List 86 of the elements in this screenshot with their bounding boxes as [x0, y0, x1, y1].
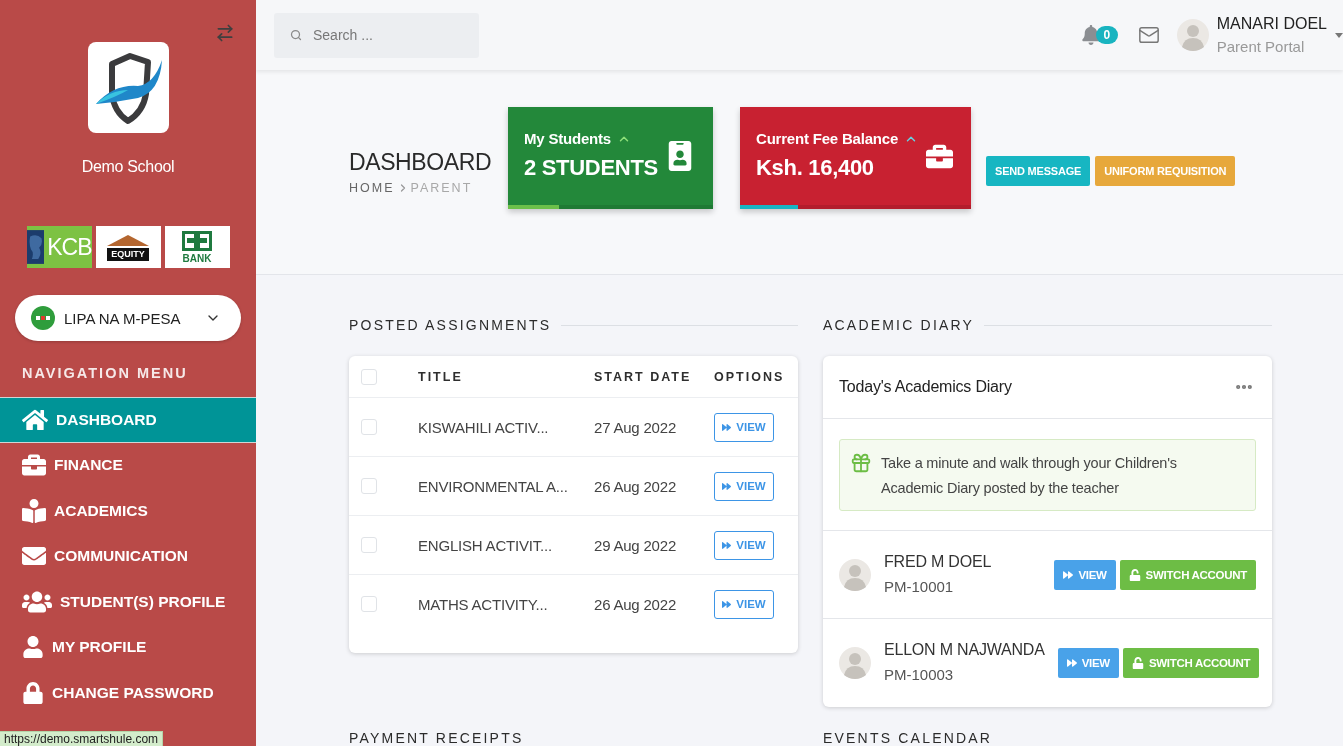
checkbox[interactable] — [361, 537, 377, 553]
payment-dropdown[interactable]: LIPA NA M-PESA — [15, 295, 241, 341]
nav-item[interactable]: CHANGE PASSWORD — [0, 670, 256, 716]
checkbox[interactable] — [361, 419, 377, 435]
column-header: TITLE — [418, 369, 464, 384]
student-name: FRED M DOEL — [884, 552, 992, 572]
table-cell-text: 26 Aug 2022 — [594, 477, 678, 495]
switch-account-button[interactable]: SWITCH ACCOUNT — [1119, 559, 1256, 590]
nav-item[interactable]: DASHBOARD — [0, 397, 256, 443]
section-heading: POSTED ASSIGNMENTS — [349, 317, 552, 333]
book-reader-icon — [22, 498, 46, 523]
checkbox[interactable] — [361, 368, 377, 385]
unlock-icon — [1131, 656, 1144, 669]
nav-item[interactable]: FINANCE — [0, 442, 256, 488]
switch-account-button[interactable]: SWITCH ACCOUNT — [1122, 647, 1260, 678]
table-cell-text: 29 Aug 2022 — [594, 536, 678, 554]
card-title: Today's Academics Diary — [839, 378, 1012, 396]
student-id: PM-10003 — [884, 665, 955, 685]
action-button[interactable]: UNIFORM REQUISITION — [1095, 156, 1236, 186]
notice-text: Take a minute and walk through your Children's Academic Diary posted by the teacher — [881, 454, 1178, 498]
table-cell-text: ENVIRONMENTAL A... — [418, 477, 569, 495]
view-button[interactable]: VIEW — [714, 412, 774, 442]
breadcrumb-item: PARENT — [410, 181, 473, 195]
fast-forward-icon — [722, 599, 732, 609]
mail-icon[interactable] — [1137, 24, 1160, 46]
avatar-icon — [839, 558, 871, 591]
briefcase-icon — [22, 453, 46, 478]
stat-value: 2 STUDENTS — [524, 154, 659, 182]
section-heading: EVENTS CALENDAR — [823, 730, 993, 746]
nav-item[interactable]: STUDENT(S) PROFILE — [0, 579, 256, 625]
search-icon — [290, 28, 302, 41]
user-role: Parent Portal — [1216, 36, 1306, 57]
shield-logo-icon — [87, 42, 169, 133]
section-heading: PAYMENT RECEIPTS — [349, 730, 524, 746]
menu-title: NAVIGATION MENU — [21, 364, 189, 383]
table-cell-text: ENGLISH ACTIVIT... — [418, 536, 553, 554]
breadcrumb-link[interactable]: HOME — [349, 181, 395, 195]
fast-forward-icon — [722, 422, 732, 432]
nav-item[interactable]: COMMUNICATION — [0, 533, 256, 579]
logo-text: EQUITY — [107, 247, 149, 261]
view-button[interactable]: VIEW — [714, 589, 774, 619]
view-button[interactable]: VIEW — [714, 530, 774, 560]
logo-icon — [31, 306, 55, 330]
fast-forward-icon — [722, 481, 732, 491]
user-icon — [22, 636, 44, 659]
action-button[interactable]: SEND MESSAGE — [986, 156, 1091, 186]
unlock-icon — [1128, 568, 1141, 581]
section-heading: ACADEMIC DIARY — [823, 317, 975, 333]
stat-title: My Students — [524, 129, 611, 149]
view-button[interactable]: VIEW — [1054, 559, 1116, 590]
logo-text: BANK — [182, 252, 212, 264]
emblem-icon — [182, 230, 212, 251]
briefcase-icon — [926, 142, 953, 170]
avatar-icon — [839, 646, 871, 679]
table-cell-text: 26 Aug 2022 — [594, 595, 678, 613]
view-button[interactable]: VIEW — [1057, 647, 1119, 678]
avatar-icon — [1176, 19, 1209, 51]
search-field[interactable]: Search ... — [274, 12, 479, 58]
table-cell-text: MATHS ACTIVITY... — [418, 595, 549, 613]
lock-icon — [22, 681, 44, 704]
table-cell-text: KISWAHILI ACTIV... — [418, 418, 550, 436]
column-header: OPTIONS — [714, 369, 786, 384]
status-url: https://demo.smartshule.com — [0, 731, 164, 746]
student-name: ELLON M NAJWANDA — [884, 640, 1045, 660]
fast-forward-icon — [1063, 569, 1074, 580]
roof-icon — [105, 233, 151, 246]
page-title: DASHBOARD — [349, 149, 492, 175]
gift-icon — [850, 452, 872, 474]
nav-item[interactable]: ACADEMICS — [0, 488, 256, 534]
school-name: Demo School — [81, 157, 175, 177]
stat-value: Ksh. 16,400 — [756, 154, 875, 182]
student-id: PM-10001 — [884, 577, 955, 597]
checkbox[interactable] — [361, 478, 377, 494]
view-button[interactable]: VIEW — [714, 471, 774, 501]
caret-icon[interactable] — [1335, 32, 1343, 38]
nav-item[interactable]: MY PROFILE — [0, 624, 256, 670]
logo-text: KCB — [47, 234, 92, 260]
fast-forward-icon — [722, 540, 732, 550]
stat-title: Current Fee Balance — [756, 129, 899, 149]
user-name[interactable]: MANARI DOEL — [1216, 13, 1327, 34]
fast-forward-icon — [1066, 657, 1077, 668]
swap-icon[interactable] — [215, 23, 235, 43]
notification-count: 0 — [1095, 26, 1118, 44]
column-header: START DATE — [594, 369, 693, 384]
checkbox[interactable] — [361, 596, 377, 612]
table-cell-text: 27 Aug 2022 — [594, 418, 678, 436]
